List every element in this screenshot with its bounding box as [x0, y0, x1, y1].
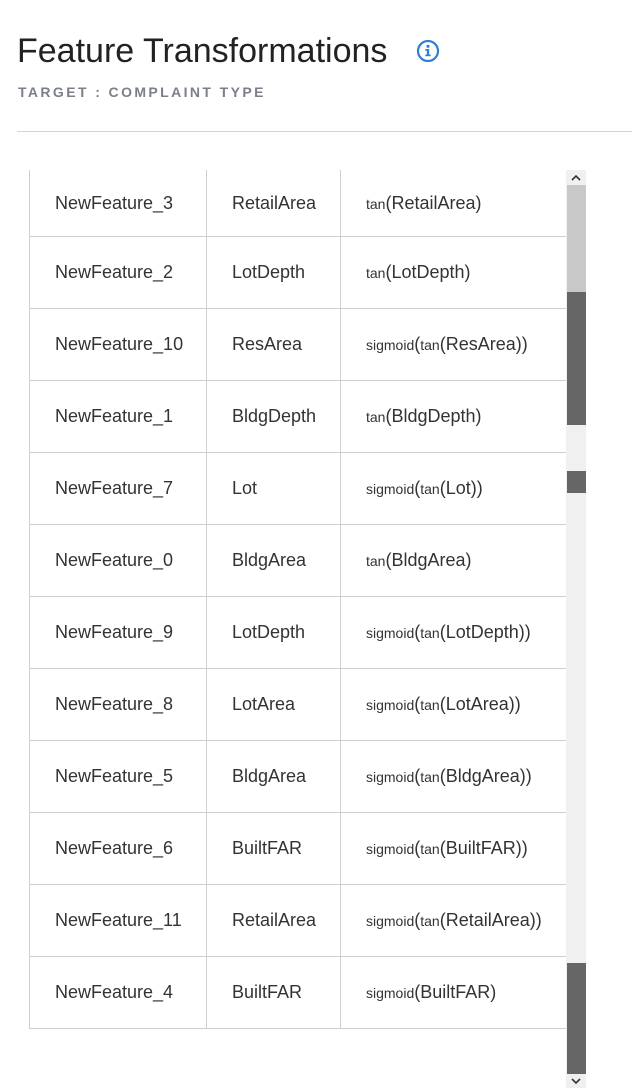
source-column-cell: BldgArea [206, 524, 341, 597]
transformations-table: NewFeature_3 RetailArea tan(RetailArea) New… [29, 170, 566, 1029]
function-name: sigmoid [366, 841, 415, 857]
transformation-cell: sigmoid(BuiltFAR) [340, 956, 566, 1029]
source-column-cell: BldgDepth [206, 380, 341, 453]
function-argument: (LotArea)) [439, 694, 521, 714]
transformation-cell: tan(BldgArea) [340, 524, 566, 597]
feature-name-cell: NewFeature_10 [29, 308, 207, 381]
function-argument: (RetailArea) [385, 192, 482, 213]
header-divider [17, 131, 632, 132]
function-argument: (RetailArea)) [439, 910, 542, 930]
table-row: NewFeature_11 RetailArea sigmoid(tan(Retai… [29, 884, 566, 957]
function-argument: (LotDepth)) [439, 622, 531, 642]
function-name: tan [366, 195, 386, 212]
source-column-cell: ResArea [206, 308, 341, 381]
function-argument: (ResArea)) [439, 334, 528, 354]
feature-name-cell: NewFeature_7 [29, 452, 207, 525]
source-column-cell: BldgArea [206, 740, 341, 813]
function-name: sigmoid [366, 769, 415, 785]
table-row: NewFeature_5 BldgArea sigmoid(tan(BldgArea… [29, 740, 566, 813]
chevron-down-icon [571, 1072, 581, 1090]
table-row: NewFeature_1 BldgDepth tan(BldgDepth) [29, 380, 566, 453]
table-row: NewFeature_0 BldgArea tan(BldgArea) [29, 524, 566, 597]
transformation-cell: tan(BldgDepth) [340, 380, 566, 453]
chevron-up-icon [571, 168, 581, 186]
function-name: tan [420, 697, 440, 713]
table-row: NewFeature_2 LotDepth tan(LotDepth) [29, 236, 566, 309]
feature-name-cell: NewFeature_8 [29, 668, 207, 741]
table-row: NewFeature_7 Lot sigmoid(tan(Lot)) [29, 452, 566, 525]
source-column-cell: LotDepth [206, 236, 341, 309]
source-column-cell: Lot [206, 452, 341, 525]
table-row: NewFeature_4 BuiltFAR sigmoid(BuiltFAR) [29, 956, 566, 1029]
transformations-table-viewport: NewFeature_3 RetailArea tan(RetailArea) New… [29, 170, 566, 1088]
transformation-cell: tan(LotDepth) [340, 236, 566, 309]
function-name: tan [366, 265, 386, 281]
function-name: tan [420, 625, 440, 641]
function-name: sigmoid [366, 481, 415, 497]
function-argument: (BldgArea)) [439, 766, 532, 786]
scrollbar-marker [567, 292, 586, 425]
target-subtitle: TARGET : COMPLAINT TYPE [18, 84, 266, 100]
source-column-cell: BuiltFAR [206, 812, 341, 885]
table-body: NewFeature_3 RetailArea tan(RetailArea) New… [29, 170, 566, 1029]
function-name: tan [366, 409, 386, 425]
table-row: NewFeature_9 LotDepth sigmoid(tan(LotDepth… [29, 596, 566, 669]
source-column-cell: RetailArea [206, 170, 341, 237]
table-row: NewFeature_8 LotArea sigmoid(tan(LotArea)) [29, 668, 566, 741]
function-argument: (BldgDepth) [385, 406, 482, 426]
function-name: sigmoid [366, 697, 415, 713]
feature-name-cell: NewFeature_11 [29, 884, 207, 957]
feature-name-cell: NewFeature_5 [29, 740, 207, 813]
feature-name-cell: NewFeature_6 [29, 812, 207, 885]
function-name: tan [420, 337, 440, 353]
info-icon[interactable] [416, 39, 440, 63]
feature-name-cell: NewFeature_3 [29, 170, 207, 237]
function-name: sigmoid [366, 337, 415, 353]
transformation-cell: sigmoid(tan(LotArea)) [340, 668, 566, 741]
page-title: Feature Transformations [17, 32, 388, 70]
function-name: sigmoid [366, 913, 415, 929]
vertical-scrollbar[interactable] [566, 170, 586, 1088]
scroll-down-button[interactable] [566, 1074, 586, 1088]
transformation-cell: sigmoid(tan(BuiltFAR)) [340, 812, 566, 885]
function-argument: (BuiltFAR) [414, 982, 497, 1002]
transformation-cell: sigmoid(tan(Lot)) [340, 452, 566, 525]
function-name: sigmoid [366, 985, 415, 1001]
scroll-up-button[interactable] [566, 170, 586, 184]
function-name: tan [420, 769, 440, 785]
function-argument: (LotDepth) [385, 262, 471, 282]
function-name: tan [420, 481, 440, 497]
function-name: tan [366, 553, 386, 569]
page-header: Feature Transformations TARGET : COMPLAI… [0, 0, 632, 133]
function-name: tan [420, 841, 440, 857]
source-column-cell: RetailArea [206, 884, 341, 957]
feature-name-cell: NewFeature_4 [29, 956, 207, 1029]
scrollbar-marker [567, 963, 586, 1074]
source-column-cell: LotArea [206, 668, 341, 741]
transformation-cell: sigmoid(tan(RetailArea)) [340, 884, 566, 957]
transformation-cell: sigmoid(tan(ResArea)) [340, 308, 566, 381]
function-name: sigmoid [366, 625, 415, 641]
function-name: tan [420, 913, 440, 929]
source-column-cell: LotDepth [206, 596, 341, 669]
source-column-cell: BuiltFAR [206, 956, 341, 1029]
transformation-cell: sigmoid(tan(LotDepth)) [340, 596, 566, 669]
scrollbar-marker [567, 471, 586, 493]
feature-name-cell: NewFeature_1 [29, 380, 207, 453]
transformation-cell: tan(RetailArea) [340, 170, 566, 237]
feature-name-cell: NewFeature_2 [29, 236, 207, 309]
function-argument: (BldgArea) [385, 550, 472, 570]
function-argument: (BuiltFAR)) [439, 838, 528, 858]
table-row: NewFeature_6 BuiltFAR sigmoid(tan(BuiltFAR… [29, 812, 566, 885]
function-argument: (Lot)) [439, 478, 483, 498]
feature-name-cell: NewFeature_9 [29, 596, 207, 669]
table-row: NewFeature_3 RetailArea tan(RetailArea) [29, 170, 566, 237]
transformation-cell: sigmoid(tan(BldgArea)) [340, 740, 566, 813]
table-row: NewFeature_10 ResArea sigmoid(tan(ResArea)… [29, 308, 566, 381]
feature-name-cell: NewFeature_0 [29, 524, 207, 597]
scrollbar-thumb[interactable] [567, 185, 586, 293]
